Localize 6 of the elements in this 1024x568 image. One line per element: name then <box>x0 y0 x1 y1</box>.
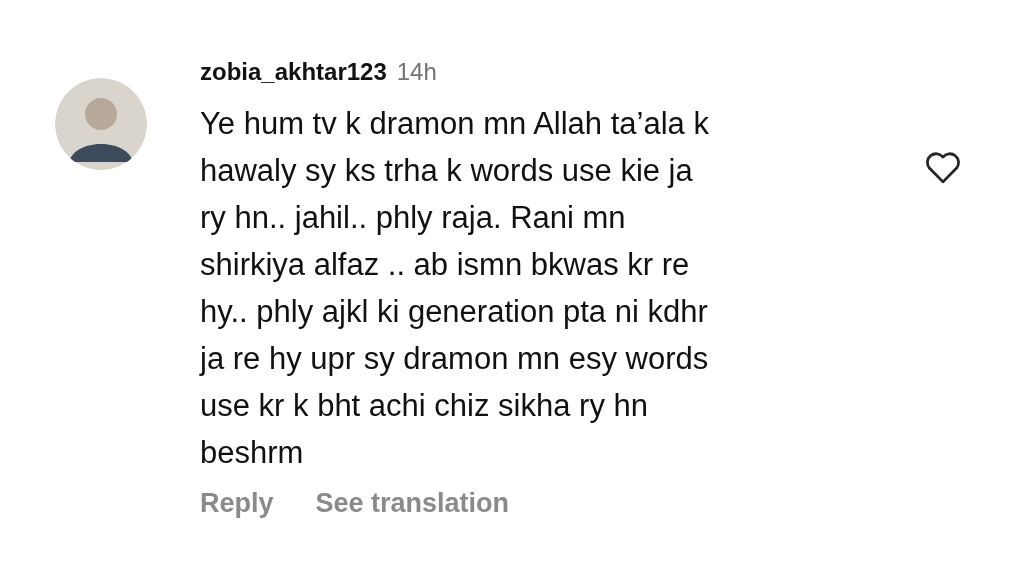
username[interactable]: zobia_akhtar123 <box>200 58 387 86</box>
comment-time: 14h <box>396 58 437 86</box>
comment-action-link[interactable]: Reply <box>200 488 274 519</box>
comment-action-link[interactable]: See translation <box>315 488 510 519</box>
comment-text: Ye hum tv k dramon mn Allah ta’ala k hawaly sy ks trha k words use kie ja ry hn.. jahil.. phly raja. Rani mn shirkiya alfaz .. ab ismn bkwas kr re hy.. phly ajkl ki generation pta ni kdhr ja re hy upr sy dramon mn esy words use kr k bht achi chiz sikha ry hn beshrm <box>200 105 710 472</box>
avatar-silhouette-icon[interactable] <box>55 78 147 170</box>
